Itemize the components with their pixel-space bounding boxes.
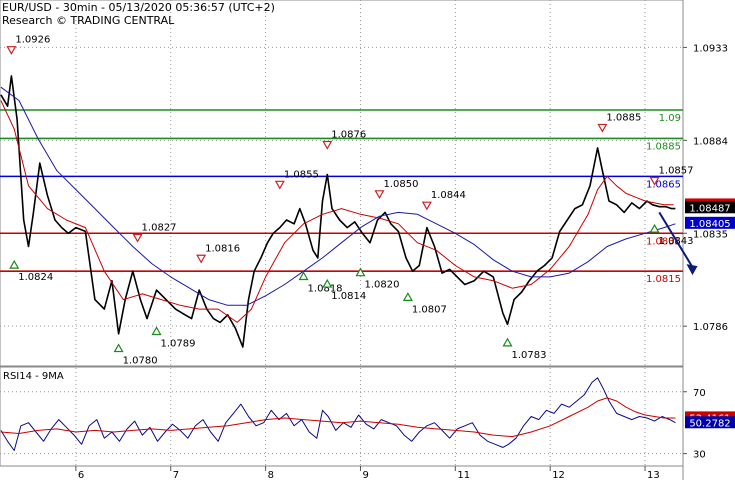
pivot-low-marker bbox=[649, 223, 660, 233]
pivot-low-label: 1.0783 bbox=[512, 350, 547, 361]
level-label: 1.0865 bbox=[646, 179, 681, 190]
price-panel-frame bbox=[0, 0, 684, 367]
pivot-low-marker bbox=[355, 267, 366, 277]
x-tick-label: 12 bbox=[552, 470, 565, 480]
x-tick-label: 9 bbox=[362, 470, 368, 480]
chart-source: Research © TRADING CENTRAL bbox=[2, 14, 175, 27]
pivot-high-label: 1.0827 bbox=[142, 222, 177, 233]
x-tick-label: 11 bbox=[457, 470, 470, 480]
level-label: 1.0885 bbox=[646, 141, 681, 152]
pivot-high-label: 1.0876 bbox=[331, 130, 366, 141]
pivot-high-marker bbox=[196, 254, 207, 264]
pivot-high-label: 1.0926 bbox=[15, 35, 50, 46]
pivot-low-marker bbox=[502, 337, 513, 347]
pivot-high-marker bbox=[322, 140, 333, 150]
x-tick-label: 7 bbox=[173, 470, 179, 480]
pivot-low-label: 1.0807 bbox=[412, 304, 447, 315]
pivot-high-label: 1.0844 bbox=[431, 190, 466, 201]
pivot-high-marker bbox=[374, 190, 385, 200]
chart-title: EUR/USD - 30min - 05/13/2020 05:36:57 (U… bbox=[2, 1, 275, 14]
rsi-panel-title: RSI14 - 9MA bbox=[3, 371, 64, 382]
x-tick-label: 6 bbox=[78, 470, 84, 480]
pivot-high-label: 1.0885 bbox=[606, 112, 641, 123]
level-label: 1.09 bbox=[659, 113, 681, 124]
pivot-low-label: 1.0789 bbox=[161, 338, 196, 349]
pivot-high-marker bbox=[6, 46, 17, 55]
ma_slow-series-line bbox=[0, 86, 676, 306]
pivot-high-marker bbox=[274, 180, 285, 190]
rsi-panel-frame bbox=[0, 366, 684, 467]
y-tick-label: 1.0835 bbox=[693, 229, 728, 240]
value-box-label: 1.08405 bbox=[689, 219, 730, 230]
pivot-high-label: 1.0816 bbox=[205, 243, 240, 254]
pivot-high-marker bbox=[597, 123, 608, 133]
forecast-arrow-head bbox=[686, 264, 698, 276]
x-tick-label: 13 bbox=[647, 470, 660, 480]
y-tick-label: 1.0786 bbox=[693, 322, 728, 333]
pivot-high-label: 1.0857 bbox=[659, 166, 694, 177]
rsi-tick-label: 70 bbox=[693, 388, 706, 399]
chart-canvas: 6 7 8 9 11 12 13 1.0933 1.0884 1.0835 1.0786 1.09 1.… bbox=[0, 0, 735, 480]
rsi-tick-label: 30 bbox=[693, 450, 706, 461]
pivot-low-marker bbox=[402, 292, 413, 301]
pivot-low-marker bbox=[151, 326, 162, 336]
pivot-high-marker bbox=[132, 233, 143, 243]
pivot-low-label: 1.0780 bbox=[123, 356, 158, 367]
pivot-high-label: 1.0850 bbox=[383, 179, 418, 190]
y-tick-label: 1.0933 bbox=[693, 43, 728, 54]
level-label: 1.0815 bbox=[646, 274, 681, 285]
pivot-high-marker bbox=[421, 201, 432, 211]
x-tick-label: 8 bbox=[268, 470, 274, 480]
rsi-value-box-label: 50.2782 bbox=[689, 418, 730, 429]
chart-stage: 6 7 8 9 11 12 13 1.0933 1.0884 1.0835 1.0786 1.09 1.… bbox=[0, 0, 735, 480]
pivot-low-label: 1.0814 bbox=[331, 291, 366, 302]
pivot-low-marker bbox=[113, 343, 124, 353]
pivot-low-marker bbox=[9, 259, 20, 269]
value-box-label: 1.08487 bbox=[689, 203, 730, 214]
pivot-high-label: 1.0855 bbox=[284, 169, 319, 180]
pivot-low-label: 1.0824 bbox=[18, 272, 53, 283]
y-tick-label: 1.0884 bbox=[693, 136, 728, 147]
pivot-low-label: 1.0820 bbox=[364, 280, 399, 291]
price-series-line bbox=[0, 75, 676, 348]
